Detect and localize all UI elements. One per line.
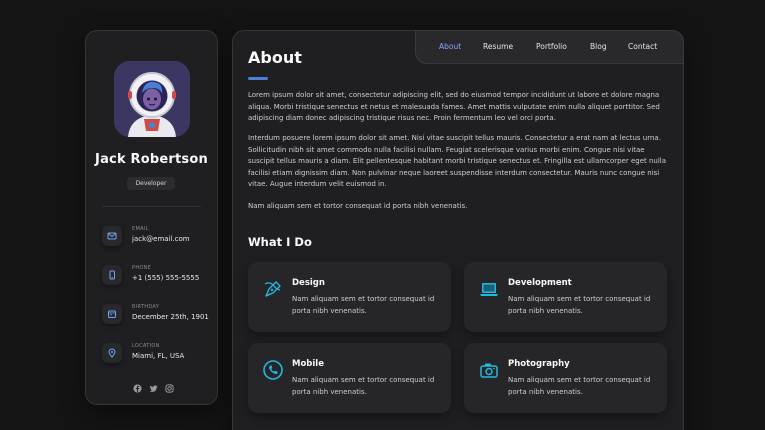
about-paragraph: Lorem ipsum dolor sit amet, consectetur … [248, 91, 660, 122]
astronaut-avatar-illustration [114, 61, 190, 137]
service-card-mobile: Mobile Nam aliquam sem et tortor consequ… [248, 343, 451, 413]
profile-name: Jack Robertson [95, 152, 208, 167]
instagram-icon[interactable] [165, 378, 175, 393]
calendar-icon [102, 304, 122, 324]
about-paragraph: Nam aliquam sem et tortor consequat id p… [248, 202, 468, 210]
about-paragraph: Interdum posuere lorem ipsum dolor sit a… [248, 134, 667, 188]
email-link[interactable]: jack@email.com [132, 235, 190, 243]
role-badge: Developer [127, 177, 175, 190]
service-title: Photography [508, 359, 570, 369]
sidebar-divider [102, 206, 201, 207]
service-description: Nam aliquam sem et tortor consequat id p… [292, 376, 435, 396]
service-description: Nam aliquam sem et tortor consequat id p… [508, 376, 651, 396]
page-title: About [248, 48, 302, 67]
profile-sidebar: Jack Robertson Developer EMAIL jack@emai… [85, 30, 218, 405]
service-description: Nam aliquam sem et tortor consequat id p… [292, 295, 435, 315]
service-card-development: Development Nam aliquam sem et tortor co… [464, 262, 667, 332]
contact-label: BIRTHDAY [132, 304, 160, 310]
contact-email: EMAIL jack@email.com [102, 224, 212, 248]
service-card-photography: Photography Nam aliquam sem et tortor co… [464, 343, 667, 413]
top-navbar: About Resume Portfolio Blog Contact [415, 30, 684, 64]
main-content: About Resume Portfolio Blog Contact Abou… [232, 30, 684, 430]
phone-link[interactable]: +1 (555) 555-5555 [132, 274, 199, 282]
social-links [131, 378, 175, 393]
services-title: What I Do [248, 235, 312, 249]
contact-label: LOCATION [132, 343, 160, 349]
design-pen-icon [262, 278, 284, 300]
avatar [114, 61, 190, 137]
contact-phone: PHONE +1 (555) 555-5555 [102, 263, 212, 287]
camera-icon [478, 359, 500, 381]
nav-portfolio[interactable]: Portfolio [536, 42, 567, 51]
twitter-icon[interactable] [149, 378, 159, 392]
service-title: Design [292, 278, 325, 288]
facebook-icon[interactable] [133, 378, 143, 393]
nav-resume[interactable]: Resume [483, 42, 513, 51]
nav-contact[interactable]: Contact [628, 42, 657, 51]
nav-about[interactable]: About [439, 42, 461, 51]
service-title: Mobile [292, 359, 324, 369]
laptop-icon [478, 278, 500, 300]
mail-icon [102, 226, 122, 246]
nav-blog[interactable]: Blog [590, 42, 607, 51]
service-card-design: Design Nam aliquam sem et tortor consequ… [248, 262, 451, 332]
contact-birthday: BIRTHDAY December 25th, 1901 [102, 302, 212, 326]
contact-label: EMAIL [132, 226, 149, 232]
contact-location: LOCATION Miami, FL, USA [102, 341, 212, 365]
service-title: Development [508, 278, 572, 288]
contact-label: PHONE [132, 265, 152, 271]
location-value: Miami, FL, USA [132, 352, 185, 360]
birthday-value: December 25th, 1901 [132, 313, 209, 321]
phone-icon [102, 265, 122, 285]
phone-call-icon [262, 359, 284, 381]
service-description: Nam aliquam sem et tortor consequat id p… [508, 295, 651, 315]
location-pin-icon [102, 343, 122, 363]
title-underline [248, 77, 268, 80]
